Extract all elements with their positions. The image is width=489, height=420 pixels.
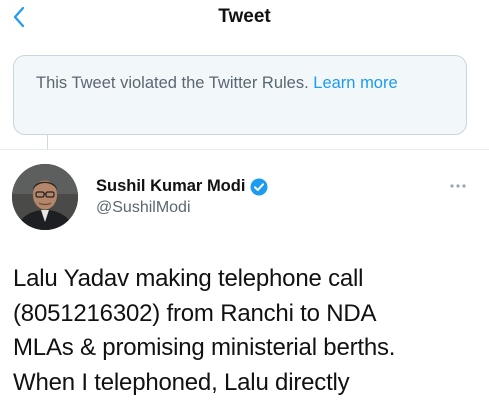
verified-badge-icon — [250, 178, 268, 195]
learn-more-link[interactable]: Learn more — [313, 74, 397, 92]
author-name-row[interactable]: Sushil Kumar Modi — [96, 177, 268, 196]
tweet-line: (8051216302) from Ranchi to NDA — [13, 299, 377, 327]
tweet-text: Lalu Yadav making telephone call (805121… — [13, 262, 483, 400]
top-bar: Tweet — [0, 0, 489, 36]
author-name: Sushil Kumar Modi — [96, 177, 246, 195]
page-title: Tweet — [218, 6, 271, 27]
tweet-line: When I telephoned, Lalu directly — [13, 368, 350, 396]
violation-text: This Tweet violated the Twitter Rules. — [36, 74, 309, 92]
violation-notice: This Tweet violated the Twitter Rules. L… — [13, 55, 467, 135]
divider — [0, 149, 489, 150]
more-dots-icon — [450, 184, 466, 188]
thread-connector — [47, 135, 48, 149]
avatar[interactable] — [12, 164, 78, 230]
author-handle[interactable]: @SushilModi — [96, 199, 191, 217]
tweet-line: MLAs & promising ministerial berths. — [13, 334, 396, 361]
tweet-line: Lalu Yadav making telephone call — [13, 265, 364, 292]
profile-photo-icon — [12, 164, 78, 230]
more-options-button[interactable] — [446, 176, 470, 196]
